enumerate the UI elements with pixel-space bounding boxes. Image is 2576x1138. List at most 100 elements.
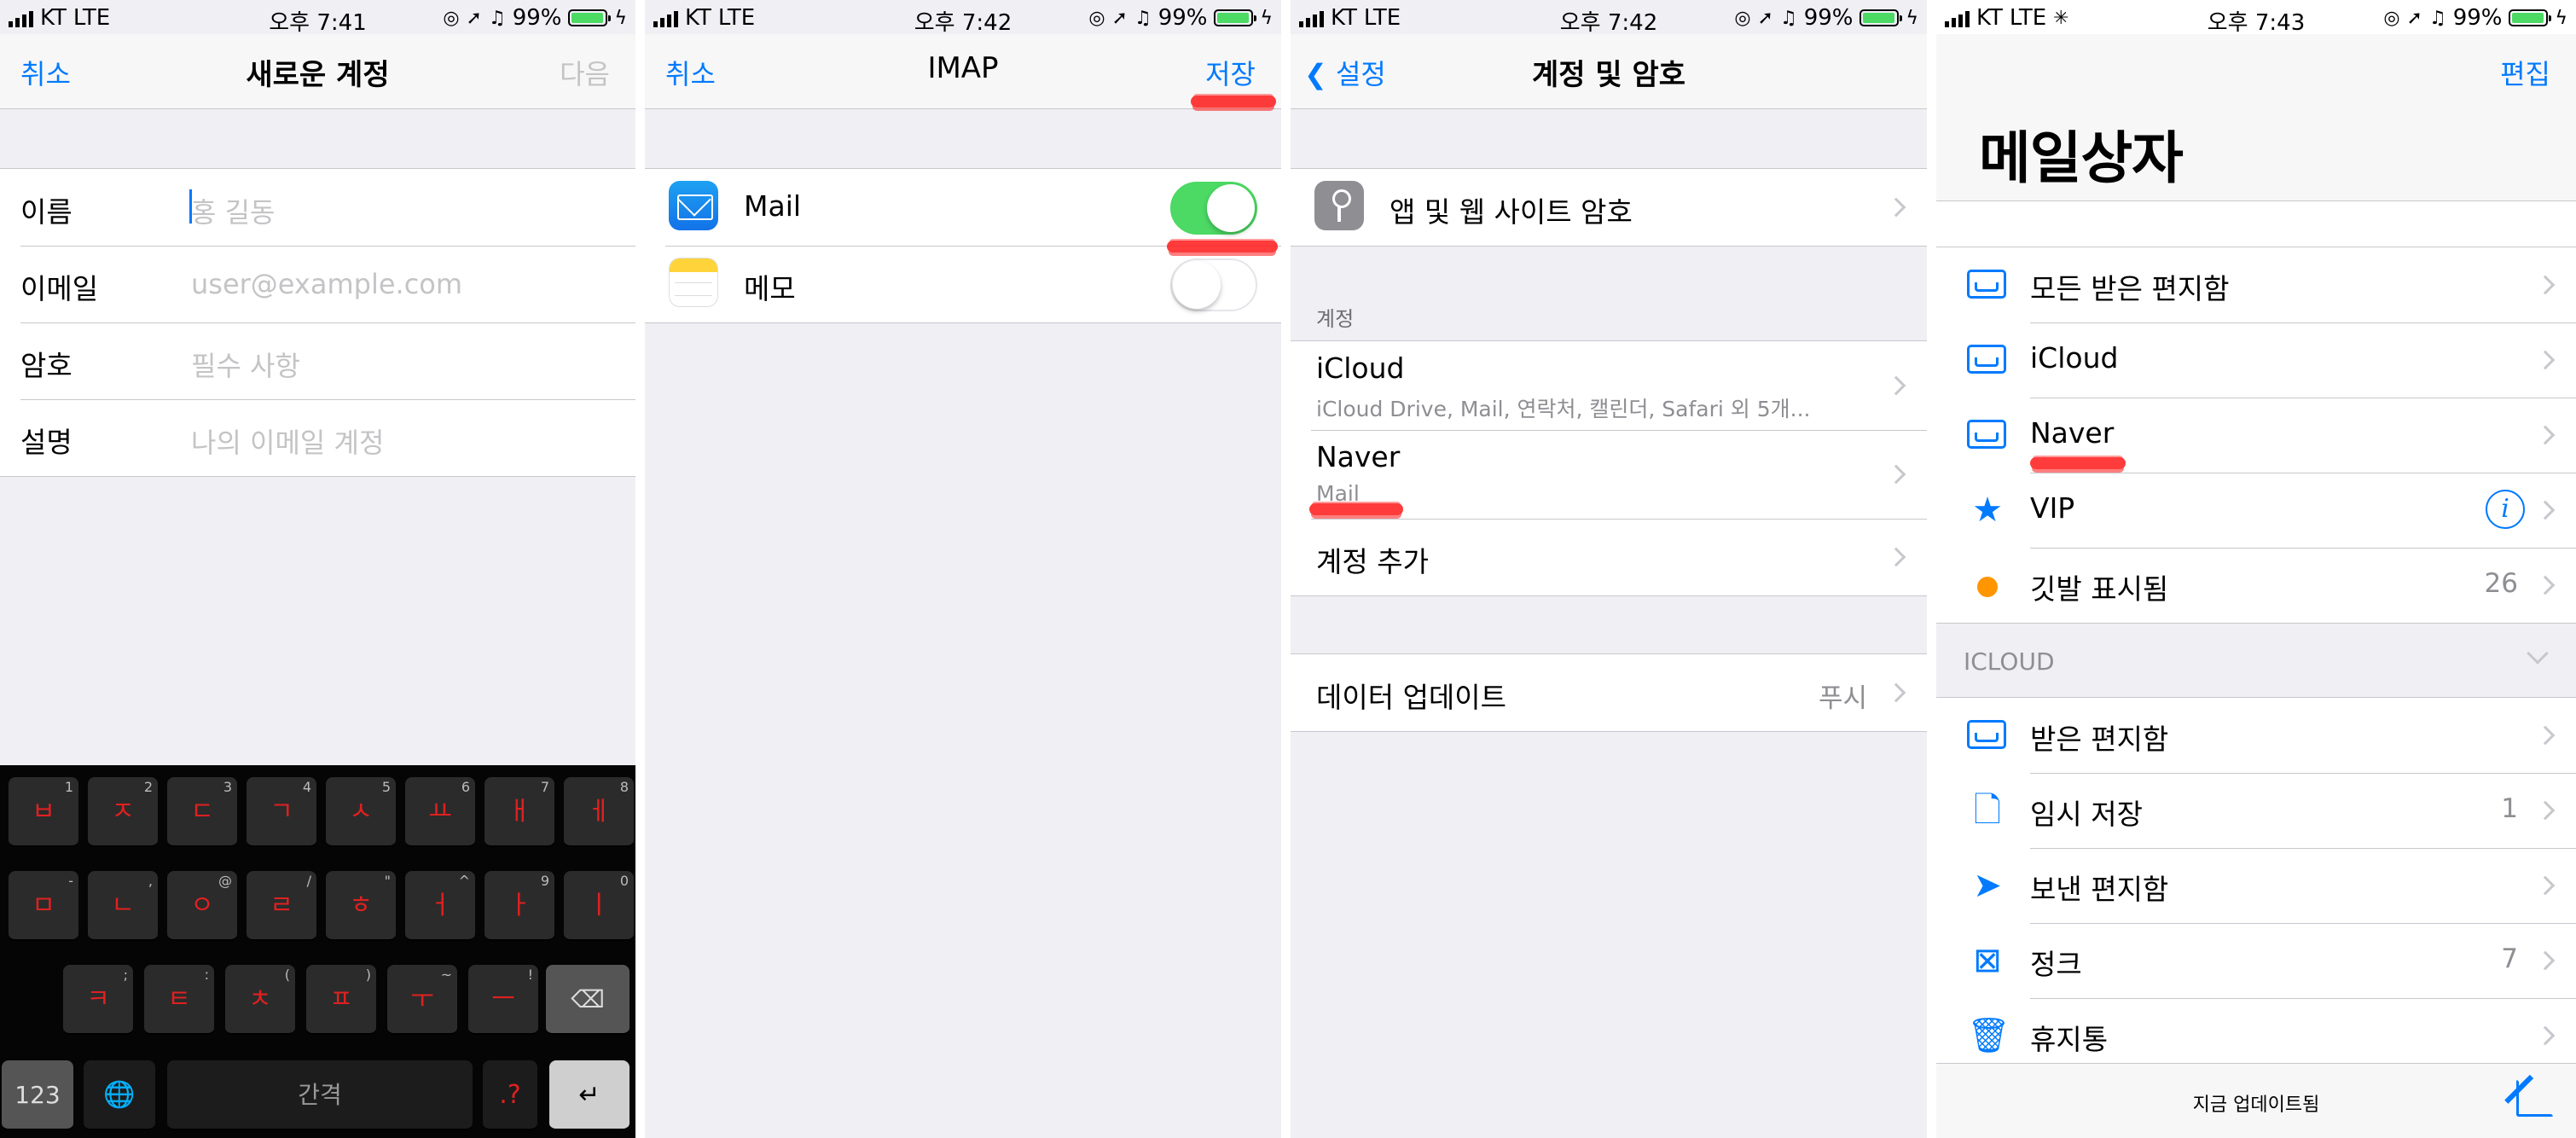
key-secondary-label: 6 [461, 779, 470, 795]
name-field[interactable]: 홍 길동 [191, 191, 276, 230]
key-row2-6[interactable]: ㅓ ^ [405, 871, 475, 941]
mailbox-count: 1 [2501, 793, 2518, 824]
return-key[interactable]: ↵ [549, 1060, 629, 1130]
page-title: 메일상자 [1979, 125, 2184, 191]
key-secondary-label: " [384, 873, 391, 889]
key-secondary-label: ) [365, 967, 371, 983]
key-8[interactable]: ㅔ8 [564, 777, 634, 847]
description-field[interactable]: 나의 이메일 계정 [191, 421, 384, 461]
mail-toggle[interactable] [1170, 182, 1257, 235]
key-3[interactable]: ㄷ3 [167, 777, 237, 847]
app-website-passwords-row[interactable]: 앱 및 웹 사이트 암호 [1291, 169, 1927, 246]
delete-key[interactable]: ⌫ [546, 965, 629, 1035]
key-secondary-label: 0 [619, 873, 629, 889]
key-5[interactable]: ㅅ5 [326, 777, 396, 847]
next-button[interactable]: 다음 [560, 53, 610, 92]
battery-percent: 99% [1157, 5, 1208, 31]
password-field-row[interactable]: 암호 필수 사항 [0, 322, 635, 399]
mailbox-count: 7 [2501, 943, 2518, 974]
chevron-right-icon [1886, 375, 1906, 396]
compose-icon[interactable] [2516, 1079, 2554, 1117]
icloud-folder-list: 받은 편지함 🗋 임시 저장 1 ➤ 보낸 편지함 ⊠ 정크 7 🗑 휴지통 [1936, 698, 2576, 1074]
key-row3-3[interactable]: ㅊ( [225, 965, 295, 1035]
accounts-screen: KT LTE 오후 7:42 ◎ ➚ ♫ 99% ϟ ❮ 설정 계정 및 암호 … [1291, 0, 1927, 1138]
mailbox-row[interactable]: Naver [1936, 398, 2576, 473]
key-2[interactable]: ㅈ2 [88, 777, 158, 847]
key-1[interactable]: ㅂ1 [9, 777, 78, 847]
add-account-row[interactable]: 계정 추가 [1291, 519, 1927, 595]
password-field[interactable]: 필수 사항 [191, 345, 300, 384]
email-field[interactable]: user@example.com [191, 268, 462, 300]
mailbox-name: 받은 편지함 [2030, 723, 2169, 756]
naver-account-name: Naver [1316, 440, 1401, 473]
save-button[interactable]: 저장 [1205, 53, 1256, 92]
mailbox-row[interactable]: ⊠ 정크 7 [1936, 923, 2576, 998]
key-secondary-label: ^ [458, 873, 470, 889]
numbers-key[interactable]: 123 [2, 1060, 73, 1130]
naver-account-detail: Mail [1316, 481, 1360, 506]
battery-percent: 99% [512, 5, 562, 31]
mailbox-row[interactable]: 🗋 임시 저장 1 [1936, 773, 2576, 848]
battery-percent: 99% [1803, 5, 1854, 31]
key-secondary-label: 4 [302, 779, 311, 795]
mailbox-row[interactable]: 깃발 표시됨 26 [1936, 548, 2576, 623]
space-key[interactable]: 간격 [167, 1060, 473, 1130]
red-annotation-mark [1167, 241, 1278, 253]
add-account-label: 계정 추가 [1316, 545, 1429, 578]
key-6[interactable]: ㅛ6 [405, 777, 475, 847]
key-row3-6[interactable]: ㅡ! [468, 965, 538, 1035]
battery-icon [1859, 9, 1903, 26]
inbox-icon [1967, 720, 2006, 749]
mailbox-count: 26 [2484, 568, 2518, 599]
key-7[interactable]: ㅐ7 [484, 777, 554, 847]
key-row2-8[interactable]: ㅣ0 [564, 871, 634, 941]
mailbox-row[interactable]: ★ VIP i [1936, 473, 2576, 548]
key-row2-5[interactable]: ㅎ " [326, 871, 396, 941]
key-row2-4[interactable]: ㄹ / [247, 871, 316, 941]
chevron-right-icon [2535, 800, 2556, 821]
account-form: 이름 홍 길동 이메일 user@example.com 암호 필수 사항 설명… [0, 168, 635, 477]
key-row2-3[interactable]: ㅇ @ [167, 871, 237, 941]
key-row2-1[interactable]: ㅁ- [9, 871, 78, 941]
chevron-right-icon [1886, 547, 1906, 567]
mailbox-row[interactable]: ➤ 보낸 편지함 [1936, 848, 2576, 923]
mailbox-row[interactable]: 모든 받은 편지함 [1936, 247, 2576, 322]
key-row3-4[interactable]: ㅍ) [306, 965, 376, 1035]
mailbox-name: VIP [2030, 491, 2075, 525]
key-icon [1314, 181, 1364, 230]
naver-account-row[interactable]: Naver Mail [1291, 430, 1927, 519]
inboxes-icon [1967, 270, 2006, 299]
headphones-icon: ♫ [488, 7, 506, 29]
email-field-row[interactable]: 이메일 user@example.com [0, 246, 635, 322]
punctuation-key[interactable]: .? [483, 1060, 537, 1130]
edit-button[interactable]: 편집 [2500, 53, 2550, 92]
status-bar: KT LTE 오후 7:42 ◎ ➚ ♫ 99% ϟ [645, 0, 1281, 36]
notes-label: 메모 [744, 272, 796, 305]
mailbox-row[interactable]: 🗑 휴지통 [1936, 998, 2576, 1073]
key-row3-5[interactable]: ㅜ ~ [387, 965, 457, 1035]
icloud-account-row[interactable]: iCloud iCloud Drive, Mail, 연락처, 캘린더, Saf… [1291, 341, 1927, 430]
inbox-icon [1967, 420, 2006, 449]
chevron-right-icon [2535, 275, 2556, 295]
notes-toggle[interactable] [1170, 258, 1257, 311]
mailbox-row[interactable]: 받은 편지함 [1936, 698, 2576, 773]
mailbox-row[interactable]: iCloud [1936, 322, 2576, 398]
description-field-row[interactable]: 설명 나의 이메일 계정 [0, 399, 635, 476]
key-row2-7[interactable]: ㅏ9 [484, 871, 554, 941]
junk-icon: ⊠ [1973, 941, 2002, 980]
mail-app-icon [669, 181, 718, 230]
key-4[interactable]: ㄱ4 [247, 777, 316, 847]
fetch-new-data-row[interactable]: 데이터 업데이트 푸시 [1291, 654, 1927, 731]
key-row3-2[interactable]: ㅌ: [144, 965, 214, 1035]
accounts-group: iCloud iCloud Drive, Mail, 연락처, 캘린더, Saf… [1291, 340, 1927, 596]
globe-key[interactable]: 🌐 [84, 1060, 155, 1130]
icloud-section-header[interactable]: ICLOUD [1936, 623, 2576, 698]
update-status: 지금 업데이트됨 [2192, 1094, 2320, 1116]
mail-sync-row: Mail [645, 169, 1281, 246]
key-row2-2[interactable]: ㄴ, [88, 871, 158, 941]
key-row3-1[interactable]: ㅋ; [63, 965, 133, 1035]
chevron-right-icon [2535, 950, 2556, 971]
name-field-row[interactable]: 이름 홍 길동 [0, 169, 635, 246]
info-icon[interactable]: i [2486, 490, 2525, 529]
nav-bar: 취소 새로운 계정 다음 [0, 34, 635, 109]
